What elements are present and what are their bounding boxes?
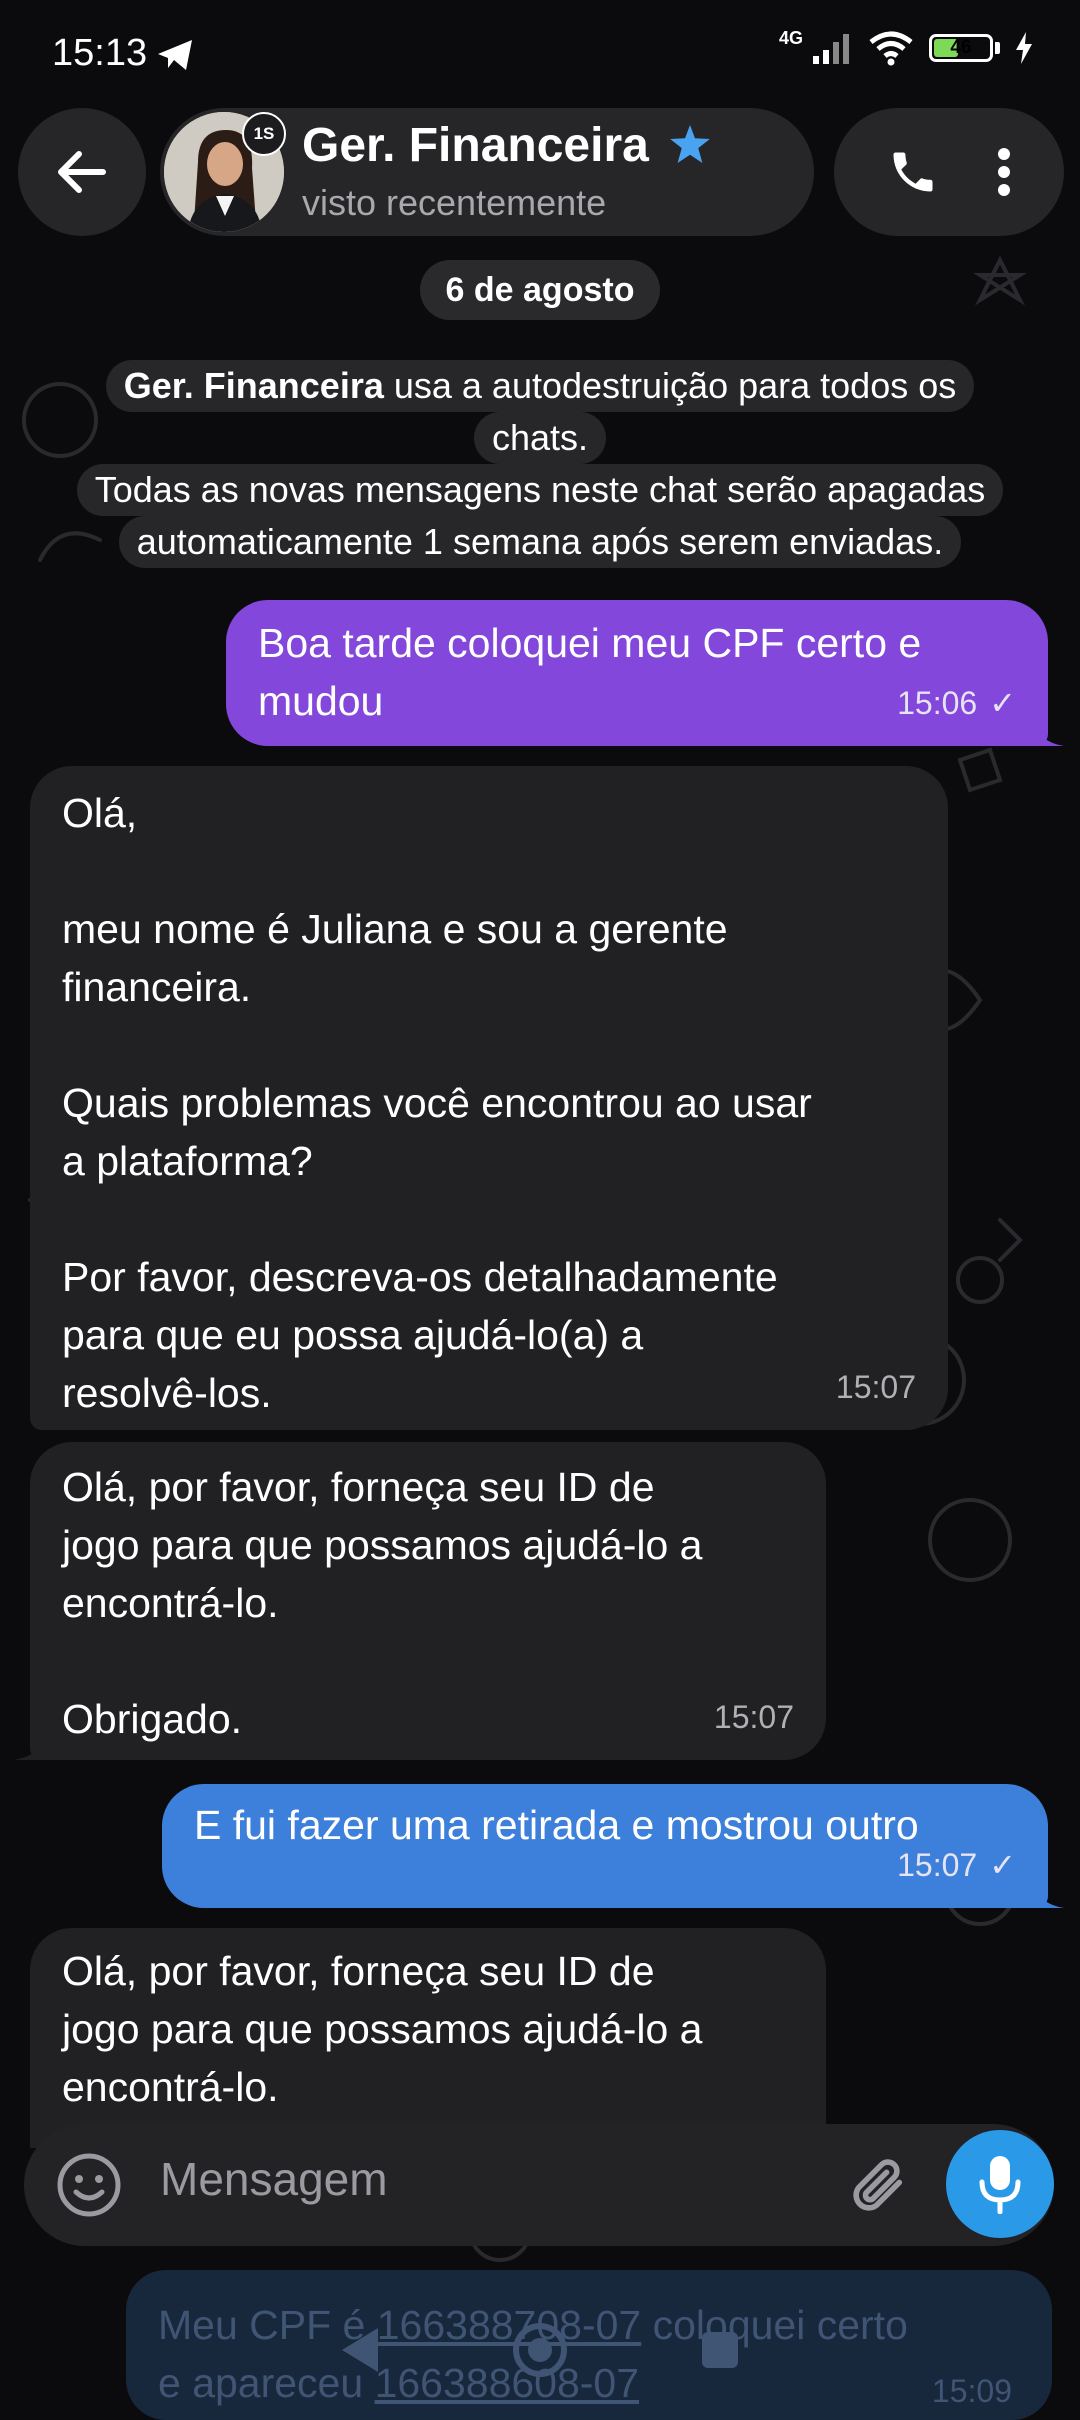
self-destruct-timer-badge: 1S <box>242 112 286 156</box>
header-actions <box>834 108 1064 236</box>
self-destruct-service-message: Ger. Financeira usa a autodestruição par… <box>42 360 1038 568</box>
message-line: Por favor, descreva-os detalhadamente <box>62 1254 778 1300</box>
emoji-icon[interactable] <box>56 2152 122 2218</box>
message-line <box>62 842 914 900</box>
bubble-tail <box>1034 1882 1064 1908</box>
battery-indicator: 46 <box>929 34 993 62</box>
message-bubble-incoming[interactable]: Olá, meu nome é Juliana e sou a gerente … <box>30 766 948 1430</box>
service-contact-name: Ger. Financeira <box>123 365 384 406</box>
message-bubble-outgoing[interactable]: Boa tarde coloquei meu CPF certo e mudou… <box>226 600 1048 746</box>
message-line: encontrá-lo. <box>62 1580 279 1626</box>
status-time: 15:13 <box>52 32 148 74</box>
bubble-tail <box>14 1734 44 1760</box>
message-time: 15:06 ✓ <box>897 674 1016 732</box>
message-line: encontrá-lo. <box>62 2064 279 2110</box>
arrow-left-icon <box>58 151 106 193</box>
message-line <box>62 1190 914 1248</box>
message-line: para que eu possa ajudá-lo(a) a <box>62 1312 644 1358</box>
date-chip: 6 de agosto <box>420 260 660 320</box>
status-indicators: 4G 46 <box>778 27 1034 66</box>
charging-bolt-icon <box>1016 32 1032 64</box>
message-line: meu nome é Juliana e sou a gerente <box>62 906 728 952</box>
message-line: E fui fazer uma retirada e mostrou outro <box>194 1802 919 1848</box>
message-bubble-outgoing[interactable]: E fui fazer uma retirada e mostrou outro… <box>162 1784 1048 1908</box>
service-line-2: chats. <box>473 412 607 464</box>
nav-recents-icon[interactable] <box>698 2328 742 2372</box>
message-line: Boa tarde coloquei meu CPF certo e <box>258 620 922 666</box>
service-line-1-text: usa a autodestruição para todos os <box>383 365 957 406</box>
message-bubble-incoming[interactable]: Olá, por favor, forneça seu ID de jogo p… <box>30 1928 826 2148</box>
message-line: resolvê-los. <box>62 1370 272 1416</box>
message-line: Olá, por favor, forneça seu ID de <box>62 1948 655 1994</box>
phone-icon[interactable] <box>887 146 939 198</box>
nav-back-icon[interactable] <box>338 2326 382 2374</box>
contact-name: Ger. Financeira <box>302 118 710 173</box>
message-bubble-incoming[interactable]: Olá, por favor, forneça seu ID de jogo p… <box>30 1442 826 1760</box>
message-line <box>62 1632 792 1690</box>
service-line-3: Todas as novas mensagens neste chat serã… <box>76 464 1004 516</box>
telegram-icon <box>158 40 192 70</box>
message-input[interactable]: Mensagem <box>160 2152 388 2206</box>
signal-icon <box>813 34 849 64</box>
verified-star-icon <box>670 125 710 163</box>
back-button[interactable] <box>18 108 146 236</box>
more-options-icon[interactable] <box>996 146 1012 198</box>
message-time: 15:07 <box>713 1699 794 1735</box>
bubble-tail <box>1034 720 1064 746</box>
sent-check-icon: ✓ <box>989 1847 1016 1883</box>
network-type: 4G <box>778 27 803 48</box>
message-time: 15:07 <box>835 1369 916 1405</box>
message-line: jogo para que possamos ajudá-lo a <box>62 1522 703 1568</box>
message-line: financeira. <box>62 964 252 1010</box>
message-line: jogo para que possamos ajudá-lo a <box>62 2006 703 2052</box>
message-time-text: 15:06 <box>897 685 978 721</box>
message-line: Obrigado. <box>62 1696 243 1742</box>
message-line <box>62 1016 914 1074</box>
message-time-text: 15:07 <box>897 1847 978 1883</box>
contact-name-text: Ger. Financeira <box>302 119 649 172</box>
message-time: 15:07 ✓ <box>897 1836 1016 1894</box>
message-line: Olá, <box>62 790 138 836</box>
service-line-1: Ger. Financeira usa a autodestruição par… <box>105 360 975 412</box>
message-line: a plataforma? <box>62 1138 313 1184</box>
message-line: Olá, por favor, forneça seu ID de <box>62 1464 655 1510</box>
nav-home-icon[interactable] <box>512 2322 568 2378</box>
battery-level: 46 <box>950 37 972 58</box>
system-navigation-bar <box>0 2300 1080 2400</box>
sent-check-icon: ✓ <box>989 685 1016 721</box>
wifi-icon <box>869 31 913 66</box>
attach-paperclip-icon[interactable] <box>848 2152 910 2218</box>
contact-status: visto recentemente <box>302 182 607 223</box>
voice-record-button[interactable] <box>946 2130 1054 2238</box>
service-line-4: automaticamente 1 semana após serem envi… <box>118 516 962 568</box>
message-line: Quais problemas você encontrou ao usar <box>62 1080 812 1126</box>
microphone-icon <box>979 2156 1021 2214</box>
